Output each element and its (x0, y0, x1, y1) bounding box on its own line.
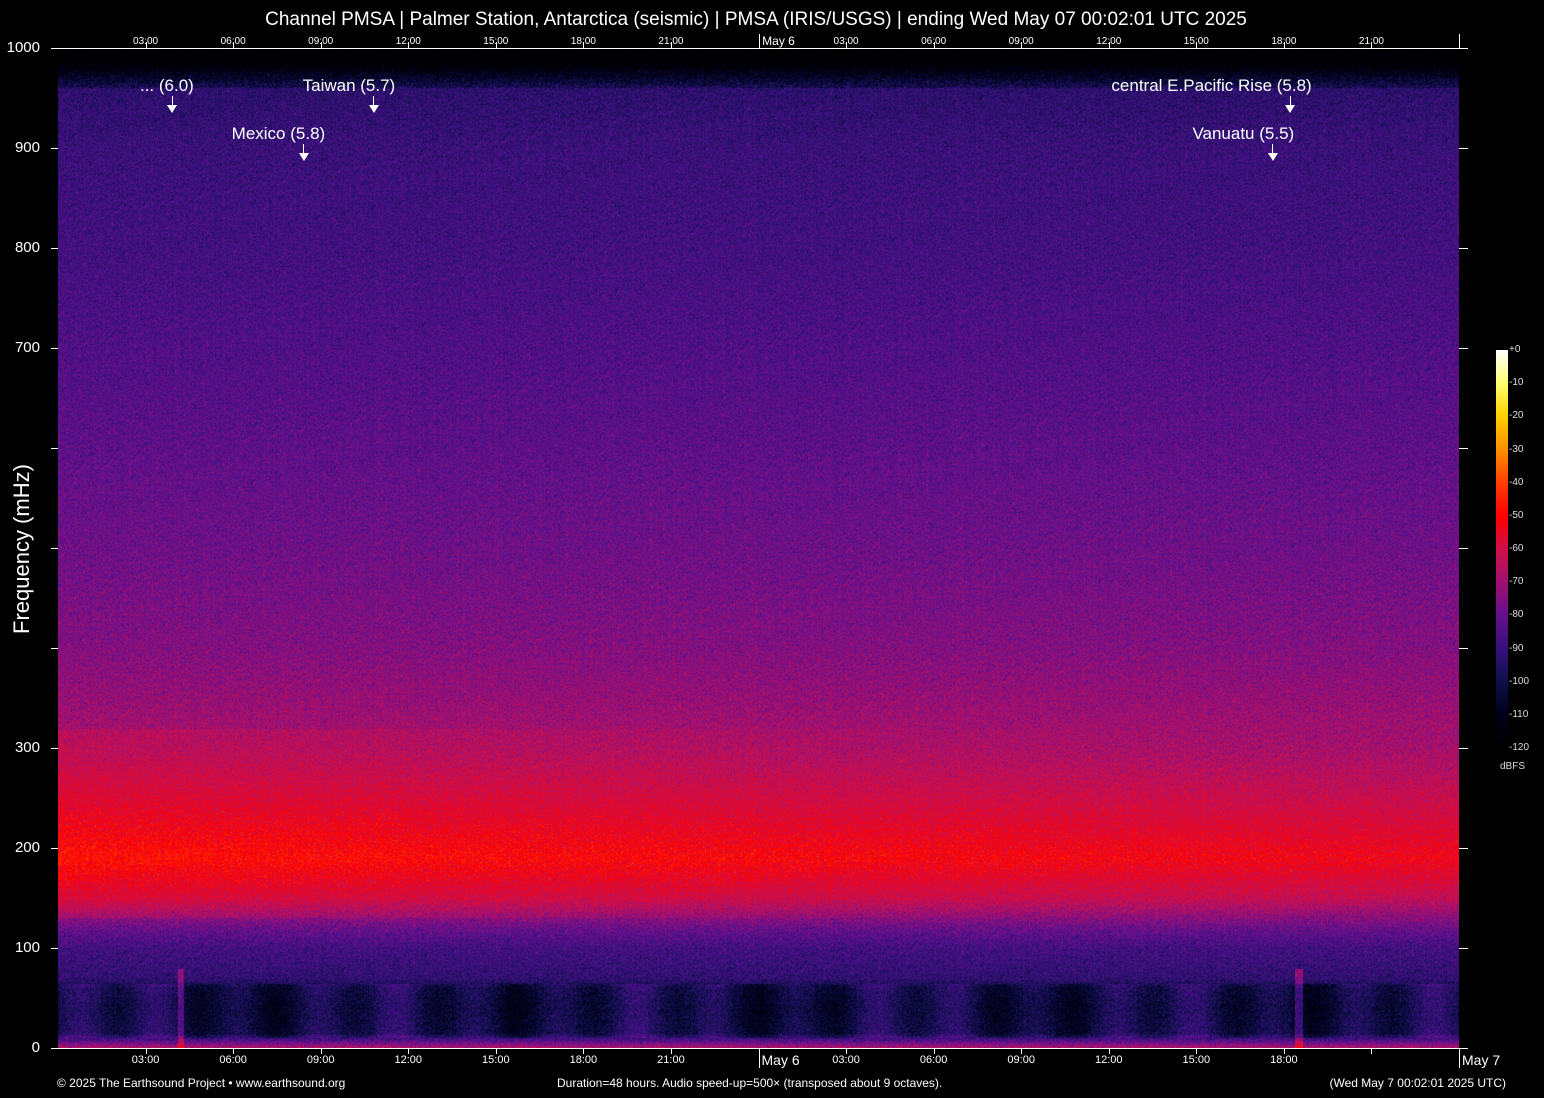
event-arrowhead-icon (1285, 105, 1296, 113)
x-tick-top (758, 34, 760, 48)
y-tick-left (51, 748, 58, 749)
event-arrowhead-icon (1267, 153, 1278, 161)
y-tick-right (1459, 548, 1468, 549)
end-time: (Wed May 7 00:02:01 2025 UTC) (1329, 1076, 1506, 1090)
colorbar-tick-label: -100 (1509, 675, 1530, 687)
x-tick-label-bottom: 18:00 (569, 1054, 598, 1066)
x-tick-label-top: 03:00 (133, 36, 159, 47)
colorbar-tick-label: +0 (1509, 344, 1521, 355)
y-tick-right (1459, 848, 1468, 849)
x-tick-label-bottom: 06:00 (919, 1054, 948, 1066)
x-tick-label-bottom: 03:00 (832, 1054, 860, 1066)
y-tick-left (51, 248, 58, 249)
x-tick-label-top: 12:00 (1096, 36, 1122, 47)
y-tick-right (1459, 148, 1468, 149)
y-tick-right (1459, 648, 1468, 649)
x-tick-label-top: 15:00 (1183, 36, 1209, 47)
colorbar-tick-label: -40 (1509, 476, 1524, 488)
event-label: Mexico (5.8) (231, 124, 326, 143)
x-tick-label-top: 03:00 (833, 36, 859, 47)
y-tick-right (1459, 748, 1468, 749)
x-tick-label-top: 09:00 (308, 36, 334, 47)
x-axis-top-line (58, 48, 1459, 49)
x-tick-bottom (1459, 1048, 1460, 1068)
x-tick-bottom (758, 1048, 760, 1068)
y-tick-right (1459, 448, 1468, 449)
y-tick-left (51, 948, 58, 949)
duration-info: Duration=48 hours. Audio speed-up=500× (… (557, 1076, 943, 1090)
colorbar-tick-label: -20 (1509, 410, 1524, 422)
y-tick-left (51, 648, 58, 649)
x-tick-label-top: 18:00 (570, 36, 596, 47)
y-tick-label: 0 (31, 1039, 40, 1056)
y-tick-label: 100 (14, 939, 40, 956)
x-tick-bottom (1371, 1048, 1373, 1054)
colorbar-label: dBFS (1500, 761, 1526, 772)
x-tick-label-bottom: 03:00 (131, 1054, 160, 1066)
x-tick-label-bottom: 09:00 (1007, 1054, 1035, 1066)
y-tick-label: 800 (14, 239, 40, 256)
colorbar-tick-label: -30 (1509, 443, 1524, 455)
x-tick-label-bottom: 09:00 (306, 1054, 335, 1066)
y-tick-left (51, 1048, 58, 1049)
colorbar (1496, 350, 1508, 748)
copyright-text: © 2025 The Earthsound Project • www.eart… (57, 1076, 346, 1090)
colorbar-tick-label: -120 (1509, 742, 1530, 753)
colorbar-tick-label: -80 (1509, 609, 1524, 621)
x-tick-label-bottom: 06:00 (219, 1054, 247, 1066)
x-day-label-top: May 6 (762, 34, 795, 48)
event-label: ... (6.0) (139, 76, 194, 95)
x-tick-label-bottom: 15:00 (1182, 1054, 1211, 1066)
x-tick-label-top: 09:00 (1008, 36, 1034, 47)
colorbar-tick-label: -10 (1509, 377, 1524, 389)
event-label: Vanuatu (5.5) (1192, 124, 1295, 143)
x-tick-label-bottom: 15:00 (482, 1054, 510, 1066)
event-arrowhead-icon (167, 105, 178, 113)
y-tick-right (1459, 948, 1468, 949)
spectrogram-heatmap (58, 48, 1459, 1048)
y-tick-left (51, 548, 58, 549)
x-day-label-bottom: May 6 (761, 1052, 800, 1068)
x-tick-top (1459, 34, 1460, 48)
colorbar-tick-label: -70 (1509, 576, 1524, 588)
y-tick-right (1459, 248, 1468, 249)
y-tick-label: 900 (14, 139, 40, 156)
x-tick-label-bottom: 12:00 (394, 1054, 423, 1066)
event-arrowhead-icon (368, 105, 379, 113)
x-tick-label-top: 06:00 (220, 36, 246, 47)
y-tick-right (1459, 48, 1468, 49)
x-tick-label-top: 18:00 (1271, 36, 1297, 47)
colorbar-tick-label: -50 (1509, 509, 1524, 521)
colorbar-tick-label: -60 (1509, 543, 1524, 554)
x-tick-label-bottom: 12:00 (1094, 1054, 1123, 1066)
y-tick-left (51, 348, 58, 349)
event-label: Taiwan (5.7) (302, 76, 396, 95)
y-tick-left (51, 148, 58, 149)
event-arrowhead-icon (298, 153, 309, 161)
y-tick-left (51, 448, 58, 449)
event-label: central E.Pacific Rise (5.8) (1111, 76, 1312, 95)
colorbar-tick-label: -90 (1509, 642, 1524, 654)
y-tick-right (1459, 348, 1468, 349)
y-tick-label: 1000 (6, 39, 40, 56)
y-tick-label: 200 (14, 839, 40, 856)
x-tick-label-bottom: 21:00 (657, 1054, 685, 1066)
y-tick-label: 700 (14, 339, 40, 356)
x-tick-label-top: 06:00 (921, 36, 947, 47)
colorbar-tick-label: -110 (1509, 708, 1529, 720)
y-tick-right (1459, 1048, 1468, 1049)
y-axis-label: Frequency (mHz) (9, 464, 34, 634)
x-tick-label-top: 21:00 (658, 36, 684, 47)
y-tick-label: 300 (14, 739, 40, 756)
y-tick-left (51, 48, 58, 49)
x-tick-label-top: 12:00 (395, 36, 421, 47)
x-tick-label-bottom: 18:00 (1270, 1054, 1298, 1066)
y-tick-left (51, 848, 58, 849)
chart-title: Channel PMSA | Palmer Station, Antarctic… (265, 9, 1247, 30)
x-day-label-bottom: May 7 (1462, 1052, 1501, 1068)
x-tick-label-top: 21:00 (1358, 36, 1384, 47)
x-tick-label-top: 15:00 (483, 36, 509, 47)
